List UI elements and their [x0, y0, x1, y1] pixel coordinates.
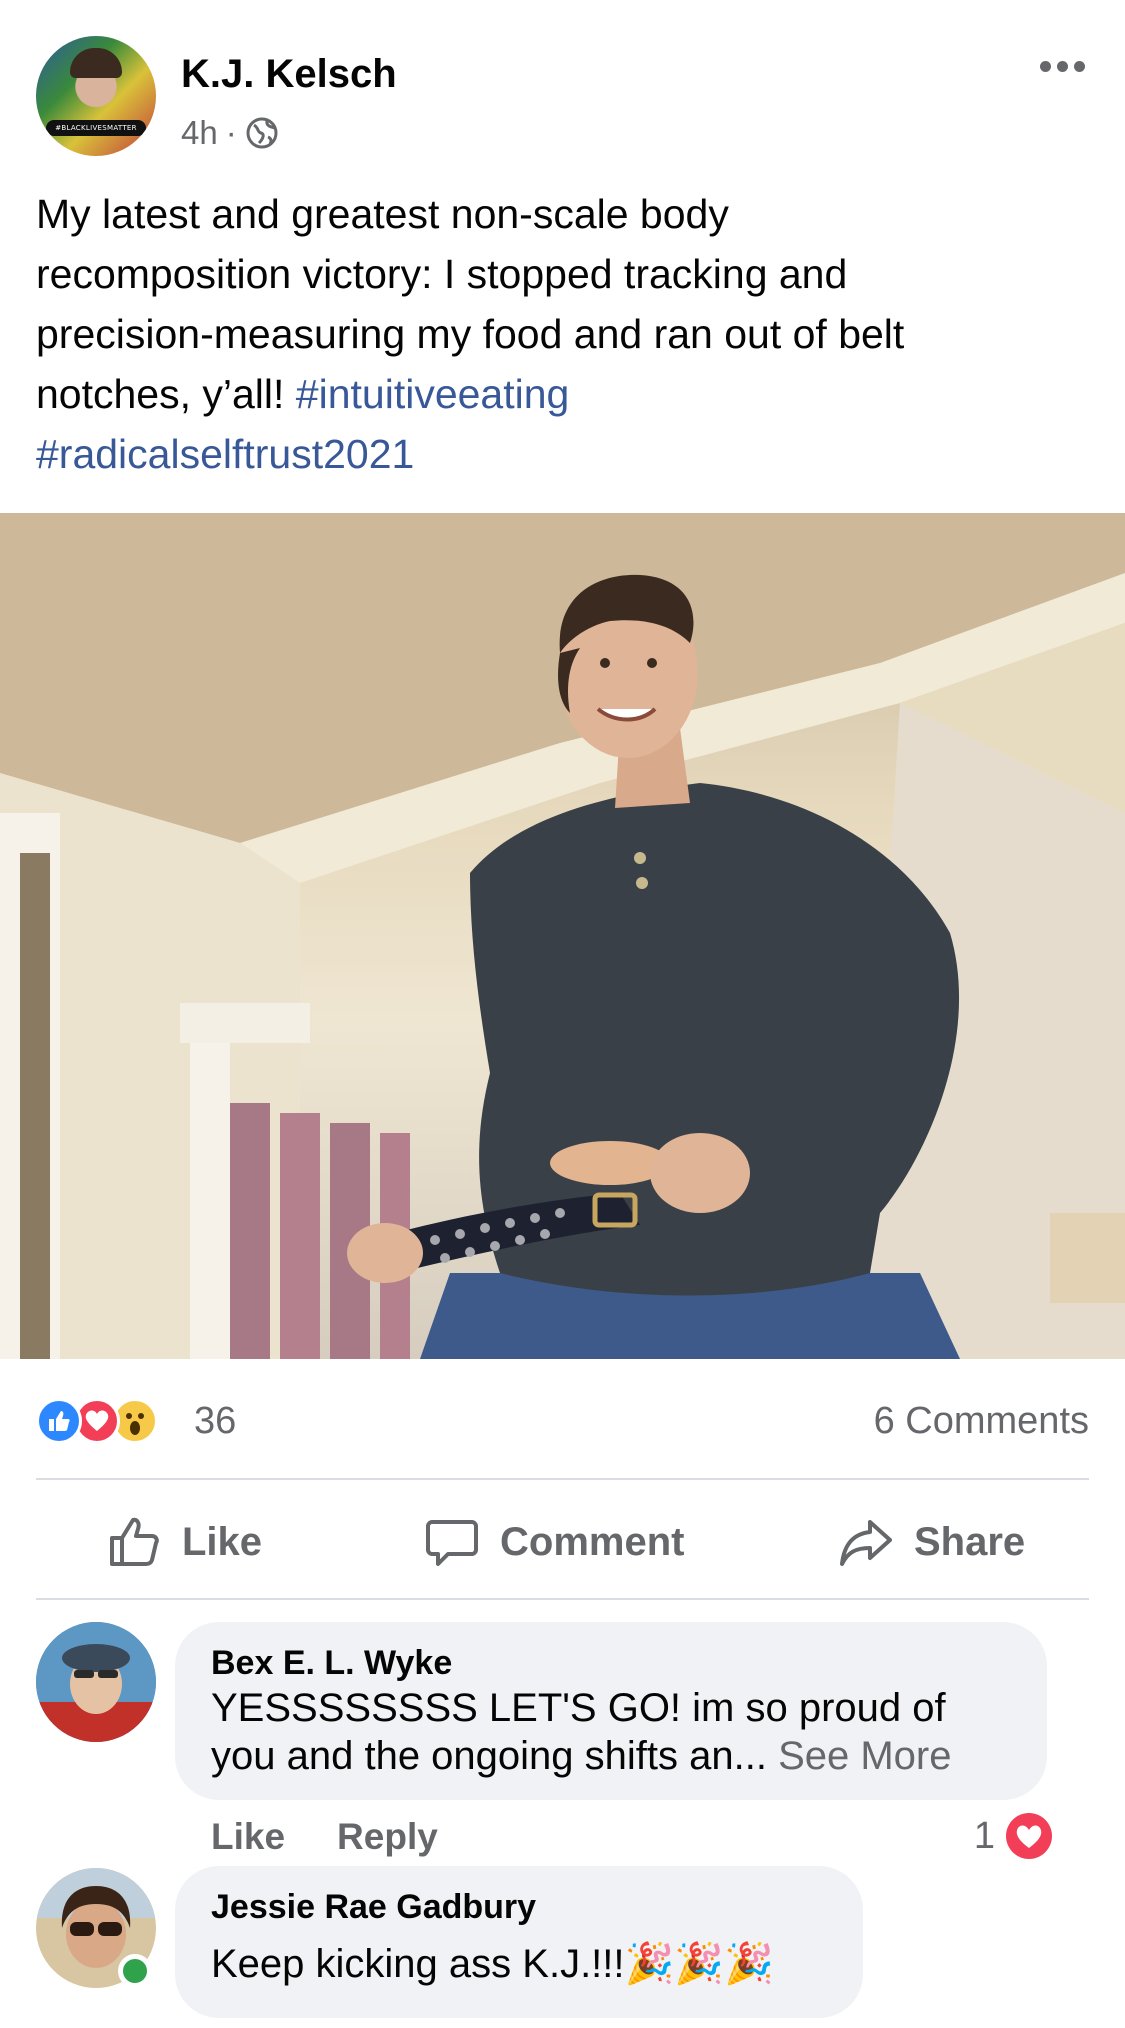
more-options-icon[interactable] [1040, 58, 1090, 74]
comment-text: YESSSSSSSS LET'S GO! im so proud of [211, 1686, 946, 1730]
reactions-summary[interactable]: 36 6 Comments [36, 1396, 1089, 1446]
hashtag-link[interactable]: #intuitiveeating [296, 371, 570, 417]
meta-separator: · [225, 114, 237, 151]
avatar-badge: #BLACKLIVESMATTER [46, 120, 146, 136]
comment-bubble[interactable]: Bex E. L. Wyke YESSSSSSSS LET'S GO! im s… [175, 1622, 1047, 1800]
post-text-line: My latest and greatest non-scale body [36, 191, 729, 237]
author-name[interactable]: K.J. Kelsch [181, 52, 397, 97]
like-icon [36, 1398, 82, 1444]
comment-button[interactable]: Comment [424, 1480, 684, 1604]
comment-text: Keep kicking ass K.J.!!!🎉🎉🎉 [211, 1942, 774, 1986]
post-text-line: notches, y’all! #intuitiveeating [36, 364, 1096, 424]
comments-count-link[interactable]: 6 Comments [874, 1400, 1089, 1443]
comment-actions: Like Reply [211, 1816, 438, 1858]
commenter-avatar[interactable] [36, 1622, 156, 1742]
comment-text-fragment: you and the ongoing shifts an... [211, 1734, 779, 1778]
post-text-line: #radicalselftrust2021 [36, 424, 1096, 484]
post-meta: 4h · [181, 114, 279, 152]
author-avatar[interactable]: #BLACKLIVESMATTER [36, 36, 156, 156]
commenter-name[interactable]: Jessie Rae Gadbury [211, 1886, 827, 1928]
post-text: My latest and greatest non-scale body re… [36, 184, 1096, 484]
love-icon [1006, 1813, 1052, 1859]
online-status-indicator [118, 1954, 152, 1988]
comment-reply-button[interactable]: Reply [337, 1816, 438, 1858]
share-label: Share [914, 1519, 1026, 1564]
share-arrow-icon [840, 1520, 892, 1566]
globe-icon [246, 117, 278, 149]
hashtag-link[interactable]: #radicalselftrust2021 [36, 431, 414, 477]
post-photo[interactable] [0, 513, 1125, 1359]
comment-reaction-count: 1 [973, 1814, 995, 1857]
comment-bubble-icon [426, 1520, 478, 1566]
comment-like-button[interactable]: Like [211, 1816, 285, 1858]
post-time[interactable]: 4h [181, 114, 218, 152]
photo-illustration [0, 513, 1125, 1359]
share-button[interactable]: Share [838, 1480, 1025, 1604]
post-text-fragment: notches, y’all! [36, 371, 296, 417]
avatar-hair [70, 48, 122, 78]
reaction-icons [36, 1396, 186, 1446]
commenter-name[interactable]: Bex E. L. Wyke [211, 1642, 1011, 1684]
comment-label: Comment [500, 1519, 685, 1564]
post-text-line: precision-measuring my food and ran out … [36, 311, 905, 357]
like-label: Like [182, 1519, 263, 1564]
thumbs-up-icon [110, 1517, 159, 1566]
comment-text: you and the ongoing shifts an... See Mor… [211, 1732, 1011, 1780]
post-text-line: recomposition victory: I stopped trackin… [36, 251, 848, 297]
comment-bubble[interactable]: Jessie Rae Gadbury Keep kicking ass K.J.… [175, 1866, 863, 2018]
post-actions: Like Comment Share [36, 1480, 1089, 1604]
reaction-count: 36 [194, 1400, 237, 1442]
see-more-link[interactable]: See More [778, 1734, 951, 1778]
post-header: #BLACKLIVESMATTER K.J. Kelsch 4h · [0, 0, 1125, 180]
divider [36, 1598, 1089, 1600]
like-button[interactable]: Like [106, 1480, 262, 1604]
comment-reaction[interactable]: 1 [974, 1812, 1053, 1860]
